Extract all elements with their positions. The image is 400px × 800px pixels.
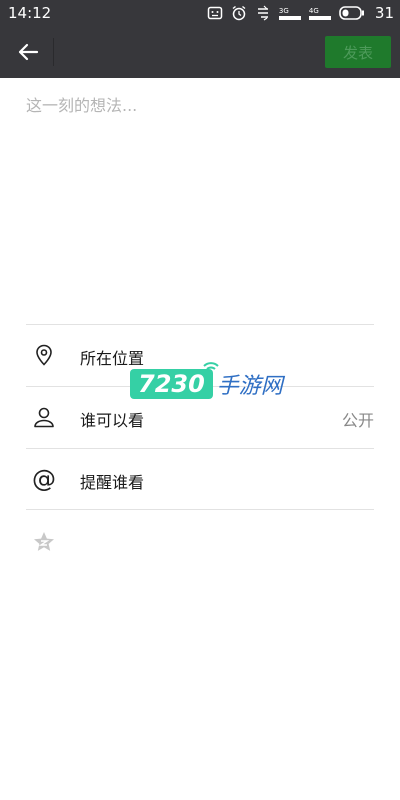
face-icon: [207, 6, 223, 20]
app-bar: 发表: [0, 26, 400, 78]
net-4g-label: 4G: [308, 6, 319, 15]
option-visibility-value: 公开: [341, 411, 374, 430]
star-icon[interactable]: [32, 530, 56, 554]
appbar-divider: [53, 38, 54, 66]
status-time: 14:12: [8, 4, 52, 22]
status-icons: 3G 4G 31: [207, 3, 394, 23]
watermark: 7230 手游网: [130, 362, 283, 400]
signal-3g-icon: 3G: [278, 6, 301, 20]
option-visibility-label: 谁可以看: [80, 411, 145, 430]
at-sign-icon: @: [32, 465, 56, 493]
option-mention[interactable]: @ 提醒谁看: [26, 448, 374, 510]
arrow-left-icon: [18, 43, 39, 61]
compose-input[interactable]: 这一刻的想法...: [26, 92, 374, 292]
status-bar: 14:12 3G 4G 31: [0, 0, 400, 26]
location-pin-icon: [36, 344, 52, 366]
option-location-label: 所在位置: [80, 349, 145, 368]
battery-icon: [339, 6, 364, 20]
data-transfer-icon: [257, 5, 268, 21]
person-icon: [34, 407, 54, 428]
option-mention-label: 提醒谁看: [80, 473, 145, 492]
net-3g-label: 3G: [278, 6, 289, 15]
back-button[interactable]: [12, 36, 44, 68]
watermark-text: 手游网: [216, 374, 283, 399]
publish-button[interactable]: 发表: [325, 36, 391, 68]
signal-4g-icon: 4G: [308, 6, 331, 20]
battery-level: 31: [374, 4, 394, 22]
alarm-icon: [232, 5, 246, 21]
post-options-list: 所在位置 谁可以看 公开 @ 提醒谁看: [26, 324, 374, 510]
watermark-badge: 7230: [130, 369, 213, 399]
wifi-icon: [203, 362, 219, 370]
